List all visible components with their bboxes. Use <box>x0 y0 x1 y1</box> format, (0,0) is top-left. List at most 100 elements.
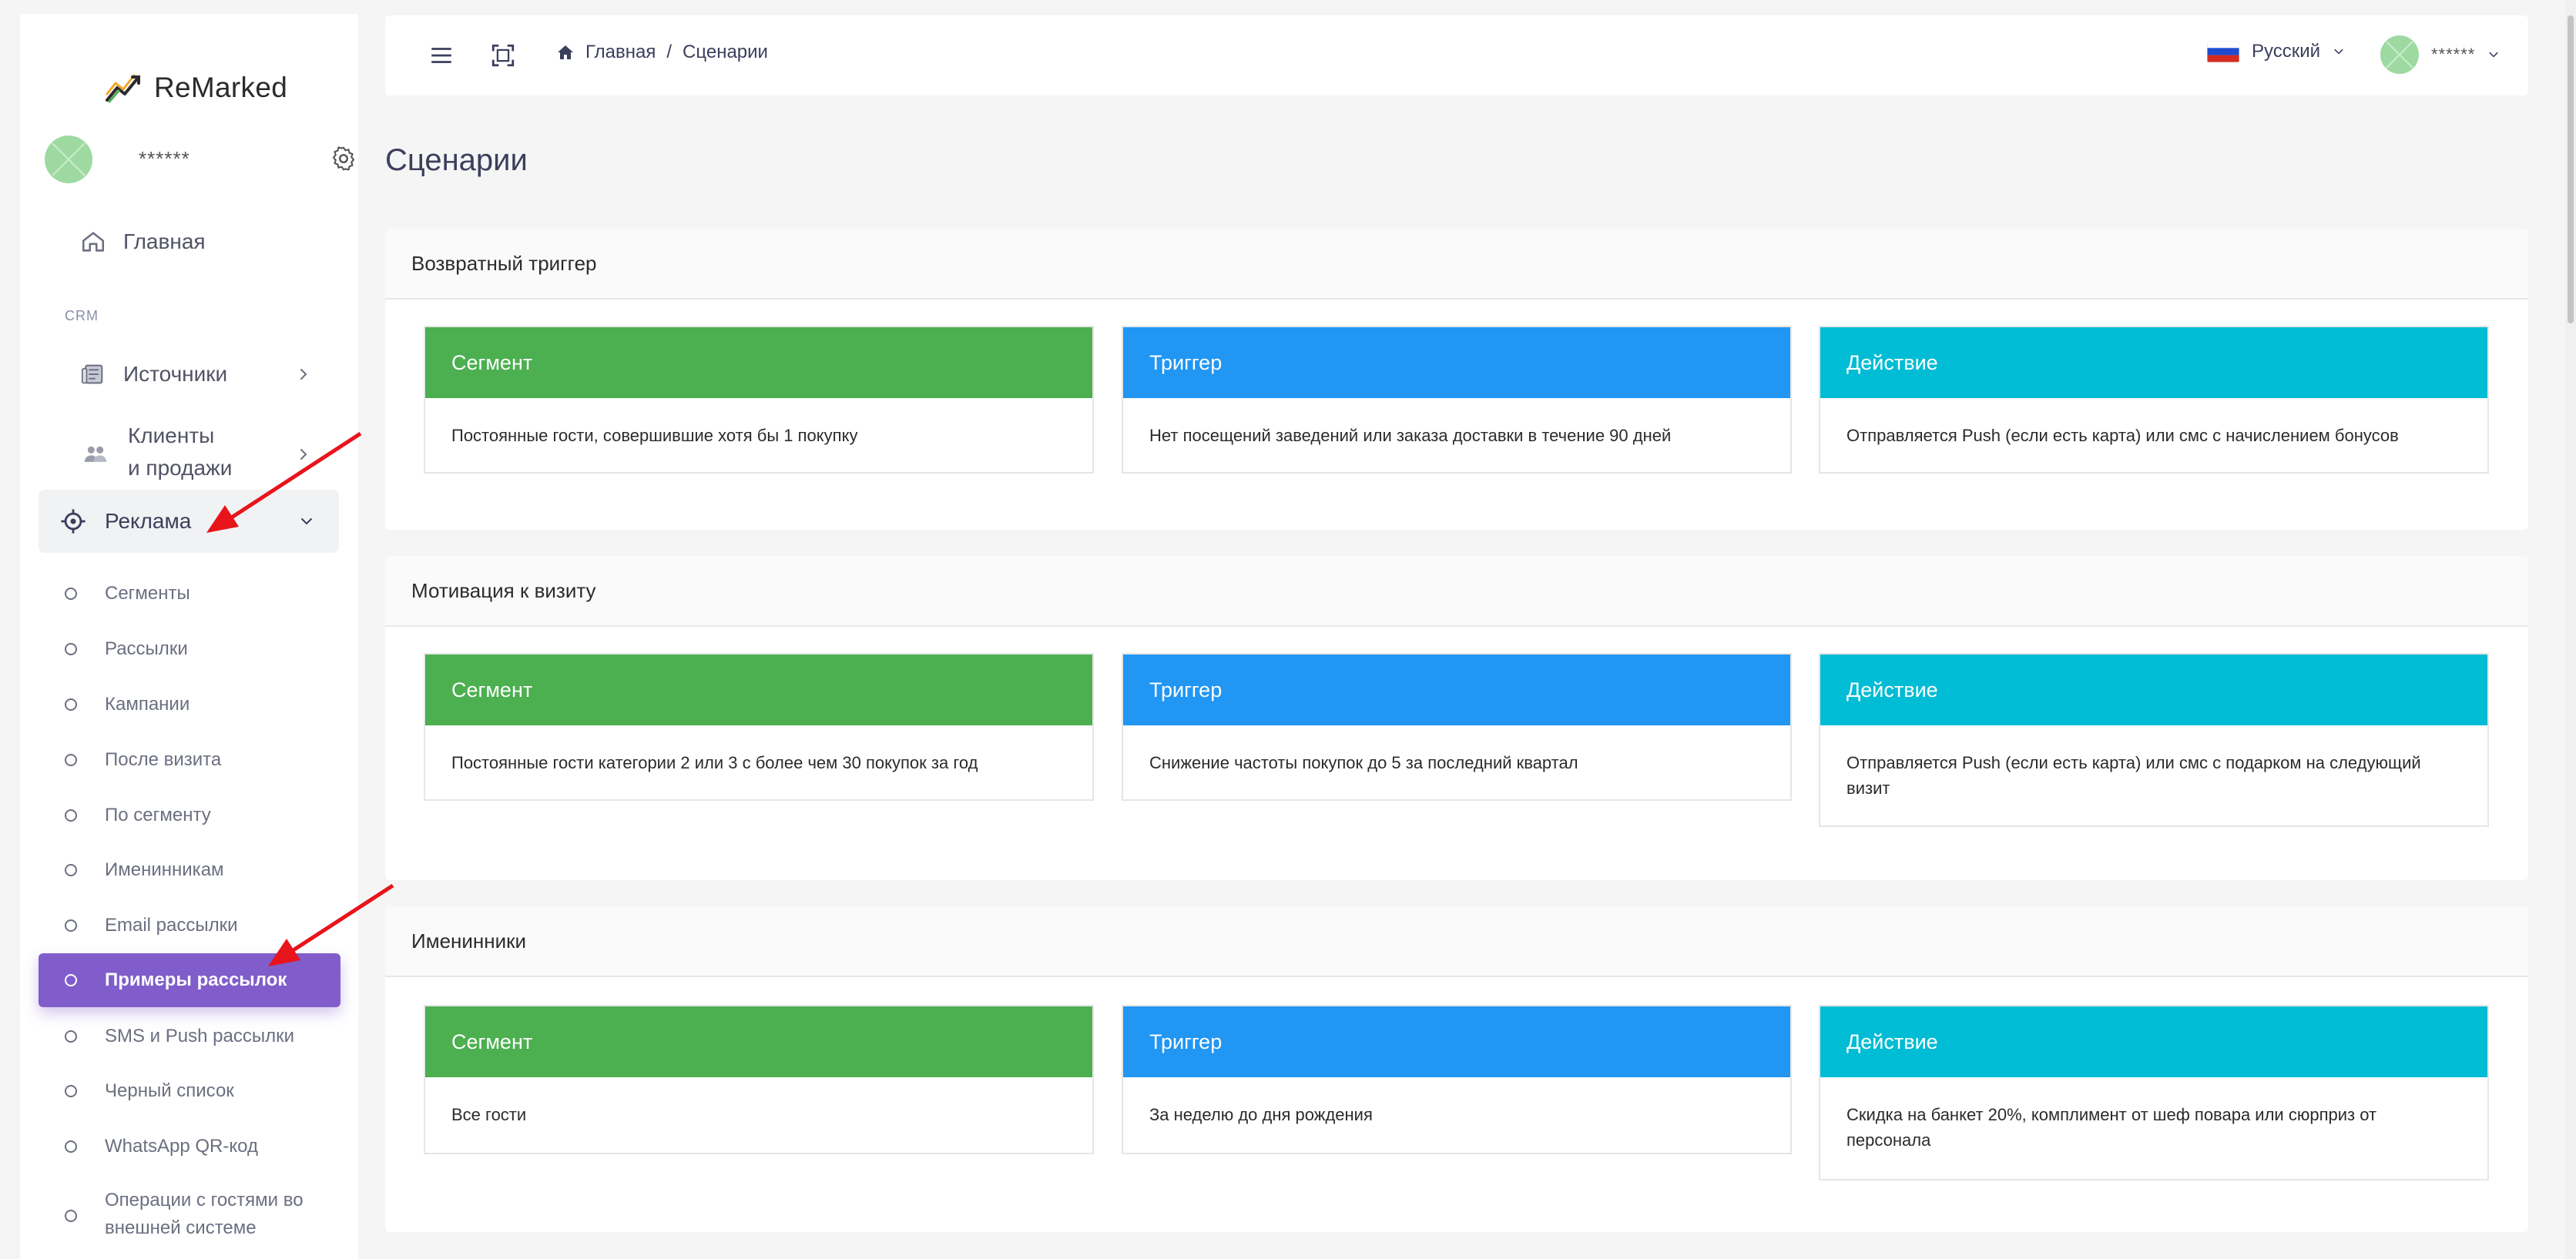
scenario-title: Именинники <box>385 906 2528 977</box>
action-card-header: Действие <box>1820 327 2487 398</box>
menu-item-home[interactable]: Главная <box>39 213 339 271</box>
trigger-card-header: Триггер <box>1123 327 1790 398</box>
trigger-card-text: За неделю до дня рождения <box>1149 1105 1373 1124</box>
brand[interactable]: ReMarked <box>105 65 287 111</box>
scenario-title: Возвратный триггер <box>385 229 2528 300</box>
bullet-icon <box>65 643 77 655</box>
submenu-item-birthdays[interactable]: Именинникам <box>39 848 340 892</box>
segment-card-text: Все гости <box>451 1105 527 1124</box>
bullet-icon <box>65 588 77 600</box>
submenu-label: Примеры рассылок <box>105 969 287 990</box>
trigger-card-header: Триггер <box>1123 1006 1790 1077</box>
scenario-title: Мотивация к визиту <box>385 556 2528 627</box>
submenu-item-campaigns[interactable]: Кампании <box>39 682 340 727</box>
fullscreen-icon[interactable] <box>490 42 516 69</box>
menu-label-clients-line1: Клиенты <box>128 424 215 447</box>
submenu-item-examples[interactable]: Примеры рассылок <box>39 953 340 1007</box>
breadcrumb-home[interactable]: Главная <box>585 42 656 63</box>
avatar <box>2380 35 2419 74</box>
profile-block: ****** <box>45 122 361 196</box>
menu-item-clients[interactable]: Клиенты и продажи <box>39 416 339 493</box>
submenu-label: Именинникам <box>105 859 224 880</box>
scenario-panel: Именинники Сегмент Все гости Триггер За … <box>385 906 2528 1232</box>
menu-label-clients: Клиенты и продажи <box>128 420 232 484</box>
action-card: Действие Отправляется Push (если есть ка… <box>1819 653 2489 827</box>
gear-icon[interactable] <box>330 145 357 172</box>
trigger-card-text: Снижение частоты покупок до 5 за последн… <box>1149 753 1578 772</box>
bullet-icon <box>65 919 77 932</box>
submenu-item-blacklist[interactable]: Черный список <box>39 1069 340 1113</box>
action-card: Действие Скидка на банкет 20%, комплимен… <box>1819 1005 2489 1180</box>
submenu-label: SMS и Push рассылки <box>105 1026 294 1046</box>
menu-item-ads[interactable]: Реклама <box>39 490 339 553</box>
user-menu[interactable]: ****** <box>2380 35 2500 74</box>
trigger-card-header: Триггер <box>1123 655 1790 725</box>
submenu-item-after-visit[interactable]: После визита <box>39 738 340 782</box>
chevron-right-icon <box>300 449 307 460</box>
bullet-icon <box>65 1030 77 1043</box>
section-label-crm: CRM <box>65 308 99 323</box>
chevron-down-icon <box>2334 49 2343 55</box>
bullet-icon <box>65 974 77 986</box>
chevron-down-icon <box>301 518 312 525</box>
submenu-label: По сегменту <box>105 805 211 825</box>
submenu-item-sms-push[interactable]: SMS и Push рассылки <box>39 1014 340 1059</box>
segment-card-header: Сегмент <box>425 655 1092 725</box>
action-card-text: Отправляется Push (если есть карта) или … <box>1846 426 2399 445</box>
segment-card-text: Постоянные гости категории 2 или 3 с бол… <box>451 753 978 772</box>
segment-card: Сегмент Постоянные гости, совершившие хо… <box>424 326 1094 474</box>
brand-name: ReMarked <box>154 72 288 103</box>
chevron-right-icon <box>300 369 307 380</box>
bullet-icon <box>65 1140 77 1153</box>
submenu-item-segments[interactable]: Сегменты <box>39 571 340 616</box>
newspaper-icon <box>81 364 103 384</box>
language-label: Русский <box>2252 41 2321 62</box>
home-icon <box>82 232 105 252</box>
submenu-label-line2: внешней системе <box>105 1217 257 1238</box>
user-name: ****** <box>2431 45 2476 64</box>
breadcrumb: Главная / Сценарии <box>556 42 768 63</box>
submenu-item-by-segment[interactable]: По сегменту <box>39 793 340 838</box>
action-card: Действие Отправляется Push (если есть ка… <box>1819 326 2489 474</box>
submenu-label: Email рассылки <box>105 915 238 936</box>
submenu-label-line1: Операции с гостями во <box>105 1190 304 1210</box>
submenu-label: Рассылки <box>105 638 188 659</box>
profile-name: ****** <box>139 147 190 170</box>
menu-label-sources: Источники <box>123 362 228 386</box>
users-icon <box>84 446 107 462</box>
submenu-label: Операции с гостями во внешней системе <box>105 1187 304 1242</box>
russia-flag-icon <box>2207 41 2239 62</box>
scrollbar-thumb[interactable] <box>2568 15 2574 323</box>
action-card-text: Скидка на банкет 20%, комплимент от шеф … <box>1846 1105 2377 1150</box>
home-icon[interactable] <box>556 43 575 62</box>
bullet-icon <box>65 754 77 766</box>
top-bar: Главная / Сценарии Русский ****** <box>385 15 2528 95</box>
segment-card-text: Постоянные гости, совершившие хотя бы 1 … <box>451 426 858 445</box>
menu-item-sources[interactable]: Источники <box>39 345 339 403</box>
action-card-header: Действие <box>1820 655 2487 725</box>
target-icon <box>61 509 86 534</box>
submenu-item-external-operations[interactable]: Операции с гостями во внешней системе <box>39 1181 340 1251</box>
submenu-item-email[interactable]: Email рассылки <box>39 903 340 948</box>
breadcrumb-current: Сценарии <box>683 42 768 62</box>
language-selector[interactable]: Русский <box>2207 41 2345 62</box>
action-card-text: Отправляется Push (если есть карта) или … <box>1846 753 2421 798</box>
avatar[interactable] <box>45 136 92 183</box>
bullet-icon <box>65 864 77 876</box>
chart-trend-icon <box>106 74 140 103</box>
submenu-label: После визита <box>105 749 222 770</box>
trigger-card: Триггер Нет посещений заведений или зака… <box>1122 326 1792 474</box>
action-card-header: Действие <box>1820 1006 2487 1077</box>
submenu-item-whatsapp-qr[interactable]: WhatsApp QR-код <box>39 1124 340 1169</box>
trigger-card-text: Нет посещений заведений или заказа доста… <box>1149 426 1672 445</box>
menu-label-ads: Реклама <box>105 509 192 533</box>
bullet-icon <box>65 1085 77 1097</box>
scenario-panel: Мотивация к визиту Сегмент Постоянные го… <box>385 556 2528 880</box>
scenario-panel: Возвратный триггер Сегмент Постоянные го… <box>385 229 2528 530</box>
segment-card: Сегмент Постоянные гости категории 2 или… <box>424 653 1094 801</box>
hamburger-icon[interactable] <box>428 42 454 69</box>
submenu-item-mailings[interactable]: Рассылки <box>39 627 340 671</box>
menu-label-clients-line2: и продажи <box>128 456 233 480</box>
trigger-card: Триггер Снижение частоты покупок до 5 за… <box>1122 653 1792 801</box>
chevron-down-icon <box>2489 52 2498 58</box>
